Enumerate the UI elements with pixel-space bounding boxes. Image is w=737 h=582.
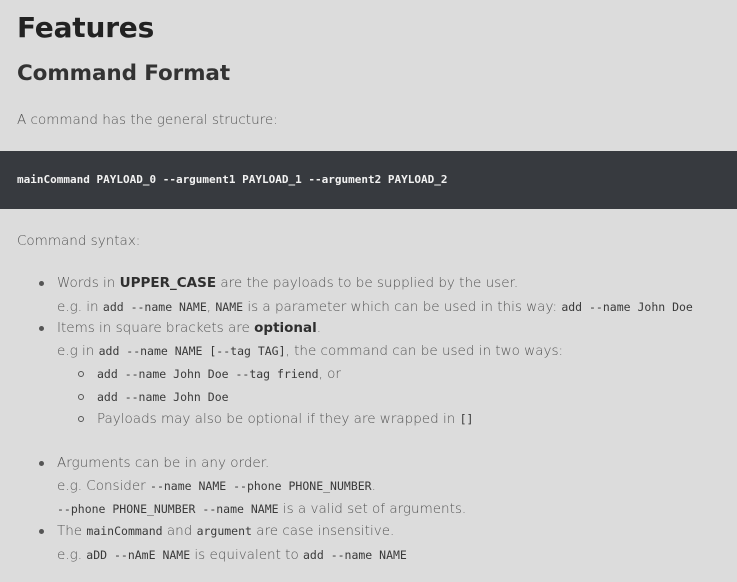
syntax-label: Command syntax:	[17, 233, 141, 249]
sub-list-bullet	[78, 394, 84, 400]
list-bullet	[39, 529, 44, 534]
list-item-order: Arguments can be in any order.	[57, 455, 270, 471]
list-item-optional: Items in square brackets are optional.	[57, 320, 322, 336]
list-item-optional-example: e.g in add --name NAME [--tag TAG], the …	[57, 343, 564, 359]
list-item-order-example-2: --phone PHONE_NUMBER --name NAME is a va…	[57, 501, 467, 517]
list-item-upper-case-example: e.g. in add --name NAME, NAME is a param…	[57, 299, 693, 315]
list-item-case-example: e.g. aDD --nAmE NAME is equivalent to ad…	[57, 547, 407, 563]
document-page: Features Command Format A command has th…	[0, 0, 737, 582]
inline-code: aDD --nAmE NAME	[86, 548, 191, 562]
list-item-upper-case: Words in UPPER_CASE are the payloads to …	[57, 275, 519, 291]
list-item-case: The mainCommand and argument are case in…	[57, 523, 395, 539]
inline-code: []	[459, 412, 474, 426]
intro-text: A command has the general structure:	[17, 112, 278, 128]
sub-list-bullet	[78, 371, 84, 377]
list-bullet	[39, 326, 44, 331]
section-title: Command Format	[17, 61, 231, 86]
inline-code: add --name John Doe	[97, 390, 229, 404]
emphasis-upper-case: UPPER_CASE	[119, 275, 217, 291]
inline-code: add --name NAME	[102, 300, 207, 314]
inline-code: add --name NAME [--tag TAG]	[98, 344, 286, 358]
list-bullet	[39, 461, 44, 466]
inline-code: argument	[196, 524, 252, 538]
sub-list-bullet	[78, 416, 84, 422]
inline-code: mainCommand	[86, 524, 163, 538]
inline-code: add --name John Doe	[561, 300, 693, 314]
list-bullet	[39, 281, 44, 286]
inline-code: NAME	[215, 300, 244, 314]
inline-code: add --name NAME	[303, 548, 407, 562]
emphasis-optional: optional	[254, 320, 317, 336]
sub-list-item-2: add --name John Doe	[97, 387, 229, 407]
list-item-order-example: e.g. Consider --name NAME --phone PHONE_…	[57, 478, 376, 494]
inline-code: --name NAME --phone PHONE_NUMBER	[150, 479, 372, 493]
page-title: Features	[17, 11, 155, 44]
code-example: mainCommand PAYLOAD_0 --argument1 PAYLOA…	[17, 173, 448, 186]
inline-code: --phone PHONE_NUMBER --name NAME	[57, 502, 279, 516]
sub-list-item-1: add --name John Doe --tag friend, or	[97, 366, 341, 382]
inline-code: add --name John Doe --tag friend	[97, 367, 319, 381]
sub-list-item-3: Payloads may also be optional if they ar…	[97, 411, 474, 427]
code-block: mainCommand PAYLOAD_0 --argument1 PAYLOA…	[0, 151, 737, 209]
